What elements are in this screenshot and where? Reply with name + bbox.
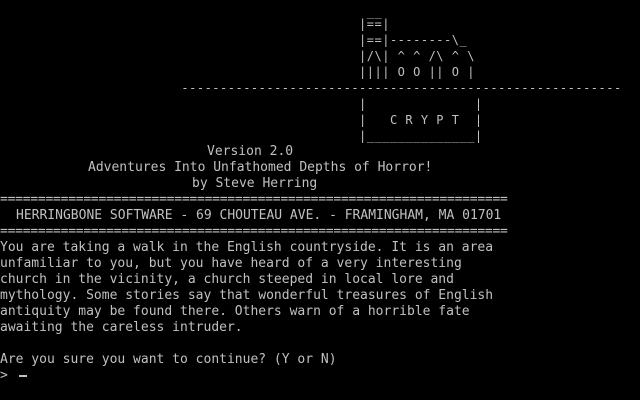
prompt-symbol: > xyxy=(0,368,8,383)
publisher-text: HERRINGBONE SOFTWARE - 69 CHOUTEAU AVE. … xyxy=(16,208,502,223)
text-cursor xyxy=(18,375,27,377)
logo-line: |______________| xyxy=(0,129,483,143)
logo-line: |==|--------\_ xyxy=(0,33,468,47)
game-title: | C R Y P T | xyxy=(0,113,483,127)
intro-line: church in the vicinity, a church steeped… xyxy=(0,272,454,287)
logo-line: |/\| ^ ^ /\ ^ \ xyxy=(0,49,475,63)
terminal-screen: __ |==| |==|--------\_ |/\| ^ ^ /\ ^ \ |… xyxy=(0,0,640,400)
version-text: Version 2.0 xyxy=(207,144,294,159)
logo-line: |||| O O || O | xyxy=(0,65,475,79)
logo-line: |==| xyxy=(0,17,390,31)
subtitle-text: Adventures Into Unfathomed Depths of Hor… xyxy=(88,160,433,175)
intro-line: unfamiliar to you, but you have heard of… xyxy=(0,256,462,271)
divider-top: ========================================… xyxy=(0,192,508,207)
intro-line: mythology. Some stories say that wonderf… xyxy=(0,288,494,303)
intro-line: You are taking a walk in the English cou… xyxy=(0,240,494,255)
author-text: by Steve Herring xyxy=(192,176,318,191)
intro-line: awaiting the careless intruder. xyxy=(0,320,243,335)
command-prompt[interactable]: > xyxy=(0,368,27,384)
logo-line: | | xyxy=(0,97,483,111)
divider-bottom: ========================================… xyxy=(0,224,508,239)
logo-divider: ----------------------------------------… xyxy=(0,81,622,95)
intro-line: antiquity may be found there. Others war… xyxy=(0,304,470,319)
continue-question: Are you sure you want to continue? (Y or… xyxy=(0,352,337,367)
